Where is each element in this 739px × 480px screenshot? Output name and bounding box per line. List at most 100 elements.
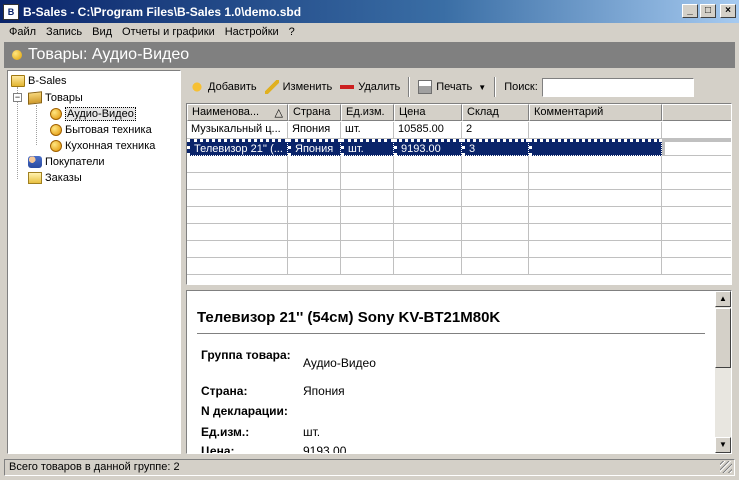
field-value: Япония bbox=[303, 384, 345, 398]
table-row-selected[interactable]: Телевизор 21'' (... Япония шт. 9193.00 3 bbox=[187, 139, 731, 156]
table-row-empty bbox=[187, 224, 731, 241]
toolbar-separator bbox=[494, 77, 497, 97]
table-cell: шт. bbox=[341, 122, 394, 139]
app-icon: B bbox=[3, 3, 19, 20]
close-button[interactable]: × bbox=[720, 4, 736, 18]
search-input[interactable] bbox=[541, 77, 694, 97]
field-label: Группа товара: bbox=[201, 348, 291, 362]
delete-button-label: Удалить bbox=[358, 81, 401, 93]
toolbar-separator bbox=[408, 77, 411, 97]
table-cell: Япония bbox=[288, 139, 341, 156]
field-value: 9193.00 bbox=[303, 444, 347, 454]
search-label: Поиск: bbox=[504, 81, 538, 93]
title-bar: B B-Sales - C:\Program Files\B-Sales 1.0… bbox=[0, 0, 739, 23]
detail-field-price: Цена: 9193.00 bbox=[201, 443, 701, 454]
sort-arrow-icon: △ bbox=[274, 107, 283, 119]
tree-node-label: Кухонная техника bbox=[65, 140, 156, 152]
table-cell: Япония bbox=[288, 122, 341, 139]
orders-icon bbox=[28, 172, 42, 184]
column-header-name[interactable]: Наименова... △ bbox=[187, 104, 288, 121]
minimize-button[interactable]: _ bbox=[682, 4, 698, 18]
edit-button-label: Изменить bbox=[282, 81, 333, 93]
page-title: Товары: Аудио-Видео bbox=[28, 46, 190, 63]
detail-field-country: Страна: Япония bbox=[201, 383, 701, 399]
table-header-row: Наименова... △ Страна Ед.изм. Цена Склад… bbox=[187, 104, 731, 121]
table-row-empty bbox=[187, 207, 731, 224]
tree-node-label: Товары bbox=[45, 92, 83, 104]
scroll-thumb[interactable] bbox=[715, 308, 731, 368]
print-button-label: Печать bbox=[436, 81, 473, 93]
field-value: шт. bbox=[303, 425, 321, 439]
table-row[interactable]: Музыкальный ц... Япония шт. 10585.00 2 bbox=[187, 122, 731, 139]
tree-node-label: Бытовая техника bbox=[65, 124, 152, 136]
window-controls: _ □ × bbox=[682, 4, 736, 18]
divider bbox=[197, 333, 705, 334]
table-cell: 3 bbox=[462, 139, 529, 156]
edit-button[interactable]: Изменить bbox=[261, 76, 337, 98]
printer-icon bbox=[418, 80, 433, 94]
menu-settings[interactable]: Настройки bbox=[220, 26, 284, 38]
column-header-stock[interactable]: Склад bbox=[462, 104, 529, 121]
folder-icon bbox=[11, 75, 25, 87]
tree-node-label: Заказы bbox=[45, 172, 82, 184]
product-title: Телевизор 21'' (54см) Sony KV-BT21M80K bbox=[197, 309, 501, 326]
tree-node-home-appliances[interactable]: Бытовая техника bbox=[50, 122, 152, 138]
menu-view[interactable]: Вид bbox=[87, 26, 117, 38]
status-text: Всего товаров в данной группе: 2 bbox=[9, 461, 180, 473]
field-value: Аудио-Видео bbox=[303, 356, 376, 370]
detail-field-unit: Ед.изм.: шт. bbox=[201, 424, 701, 440]
menu-bar: Файл Запись Вид Отчеты и графики Настрой… bbox=[0, 23, 739, 41]
column-header-country[interactable]: Страна bbox=[288, 104, 341, 121]
toolbar: Добавить Изменить Удалить Печать ▼ Поиск… bbox=[186, 74, 735, 100]
tree-node-orders[interactable]: Заказы bbox=[28, 170, 82, 186]
table-row-empty bbox=[187, 241, 731, 258]
field-label: Цена: bbox=[201, 444, 235, 454]
detail-field-declaration: N декларации: bbox=[201, 403, 701, 419]
tree-node-goods[interactable]: Товары bbox=[28, 90, 83, 106]
menu-reports[interactable]: Отчеты и графики bbox=[117, 26, 220, 38]
category-icon bbox=[50, 124, 62, 136]
edit-icon bbox=[264, 80, 279, 94]
tree-node-kitchen[interactable]: Кухонная техника bbox=[50, 138, 155, 154]
tree-node-label: Аудио-Видео bbox=[65, 107, 136, 121]
table-cell: Телевизор 21'' (... bbox=[187, 139, 288, 156]
products-table: Наименова... △ Страна Ед.изм. Цена Склад… bbox=[186, 103, 732, 285]
chevron-down-icon[interactable]: ▼ bbox=[478, 83, 486, 92]
section-header: Товары: Аудио-Видео bbox=[4, 42, 735, 68]
scroll-down-button[interactable]: ▼ bbox=[715, 437, 731, 453]
category-icon bbox=[12, 50, 22, 60]
table-cell: 9193.00 bbox=[394, 139, 462, 156]
add-button[interactable]: Добавить bbox=[186, 76, 261, 98]
people-icon bbox=[28, 156, 42, 168]
box-icon bbox=[28, 91, 42, 105]
window-title: B-Sales - C:\Program Files\B-Sales 1.0\d… bbox=[23, 4, 302, 19]
table-cell bbox=[529, 139, 662, 156]
menu-record[interactable]: Запись bbox=[41, 26, 87, 38]
table-cell bbox=[662, 139, 731, 156]
tree-node-label: Покупатели bbox=[45, 156, 105, 168]
tree-node-customers[interactable]: Покупатели bbox=[28, 154, 105, 170]
table-row-empty bbox=[187, 156, 731, 173]
column-header-unit[interactable]: Ед.изм. bbox=[341, 104, 394, 121]
tree-expander[interactable]: − bbox=[13, 93, 22, 102]
table-cell bbox=[529, 122, 662, 139]
maximize-button[interactable]: □ bbox=[700, 4, 716, 18]
add-icon bbox=[190, 80, 204, 94]
category-icon bbox=[50, 108, 62, 120]
column-header-price[interactable]: Цена bbox=[394, 104, 462, 121]
scroll-up-button[interactable]: ▲ bbox=[715, 291, 731, 307]
tree-node-audio-video[interactable]: Аудио-Видео bbox=[50, 106, 136, 122]
add-button-label: Добавить bbox=[208, 81, 257, 93]
tree-node-root[interactable]: B-Sales bbox=[11, 73, 67, 89]
delete-button[interactable]: Удалить bbox=[336, 76, 404, 98]
field-label: N декларации: bbox=[201, 404, 288, 418]
print-button[interactable]: Печать ▼ bbox=[414, 76, 490, 98]
resize-grip-icon[interactable] bbox=[720, 461, 732, 473]
column-header-label: Наименова... bbox=[192, 106, 260, 118]
menu-file[interactable]: Файл bbox=[4, 26, 41, 38]
table-cell: 10585.00 bbox=[394, 122, 462, 139]
menu-help[interactable]: ? bbox=[284, 26, 300, 38]
product-detail-panel: Телевизор 21'' (54см) Sony KV-BT21M80K Г… bbox=[186, 290, 732, 454]
column-header-comment[interactable]: Комментарий bbox=[529, 104, 662, 121]
detail-scrollbar[interactable]: ▲ ▼ bbox=[715, 291, 731, 453]
